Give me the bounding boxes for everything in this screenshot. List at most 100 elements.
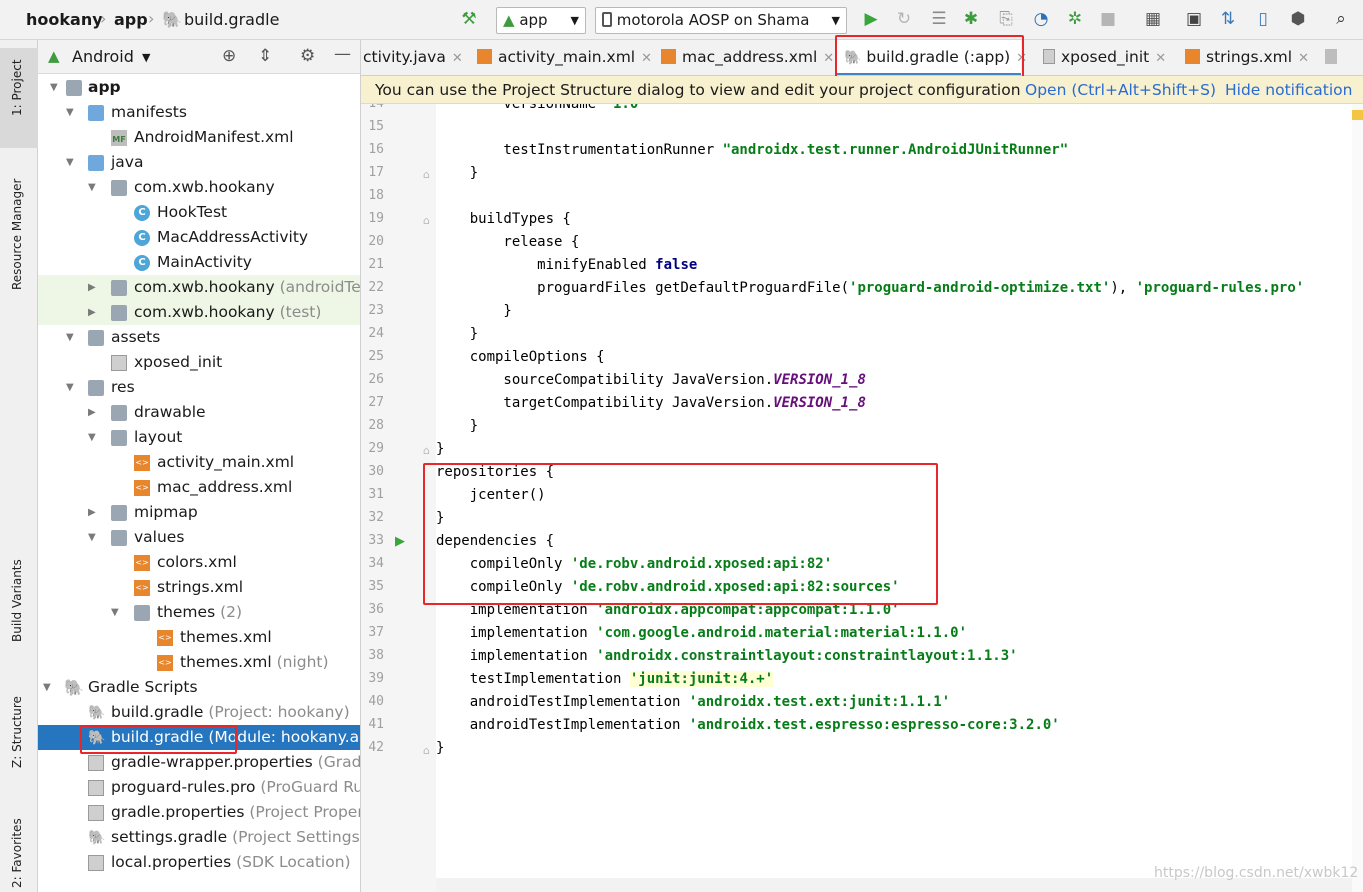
tab-activity-java[interactable]: ctivity.java ✕: [363, 40, 463, 75]
tree-item-mainactivity[interactable]: C MainActivity: [38, 250, 360, 275]
tab-activity-main-xml[interactable]: activity_main.xml ✕: [477, 40, 652, 75]
apply-code-changes-icon[interactable]: ☰: [928, 8, 950, 30]
tree-item-app[interactable]: ▼ app: [38, 75, 360, 100]
tab-strings-xml[interactable]: strings.xml ✕: [1185, 40, 1309, 75]
tree-item-manifests[interactable]: ▼ manifests: [38, 100, 360, 125]
tree-item-package-androidtest[interactable]: ▶ com.xwb.hookany (androidTest): [38, 275, 360, 300]
fold-icon[interactable]: ⌂: [423, 444, 430, 457]
breadcrumb-project[interactable]: hookany: [26, 10, 103, 29]
open-project-structure-link[interactable]: Open (Ctrl+Alt+Shift+S): [1025, 76, 1216, 104]
tree-item-hooktest[interactable]: C HookTest: [38, 200, 360, 225]
tree-item-drawable[interactable]: ▶ drawable: [38, 400, 360, 425]
stripe-favorites[interactable]: 2: Favorites: [10, 818, 24, 888]
tab-overflow[interactable]: [1325, 40, 1345, 75]
tree-item-res[interactable]: ▼ res: [38, 375, 360, 400]
attach-debugger-icon[interactable]: ⎘: [995, 8, 1017, 30]
run-icon[interactable]: ▶: [860, 8, 882, 30]
expand-arrow-icon[interactable]: ▼: [88, 175, 100, 200]
tree-item-build-gradle-project[interactable]: 🐘 build.gradle (Project: hookany): [38, 700, 360, 725]
tree-item-themes-xml[interactable]: <> themes.xml: [38, 625, 360, 650]
expand-arrow-icon[interactable]: ▼: [66, 100, 78, 125]
tree-item-strings-xml[interactable]: <> strings.xml: [38, 575, 360, 600]
close-icon[interactable]: ✕: [1155, 51, 1166, 66]
code-static: VERSION_1_8: [773, 372, 866, 388]
tree-item-proguard-rules[interactable]: proguard-rules.pro (ProGuard Rules): [38, 775, 360, 800]
fold-icon[interactable]: ⌂: [423, 744, 430, 757]
project-structure-icon[interactable]: ▦: [1142, 8, 1164, 30]
tree-item-package-test[interactable]: ▶ com.xwb.hookany (test): [38, 300, 360, 325]
sync-gradle-icon[interactable]: ▣: [1183, 8, 1205, 30]
tree-item-macaddressactivity[interactable]: C MacAddressActivity: [38, 225, 360, 250]
debug-icon[interactable]: ✱: [960, 8, 982, 30]
tree-item-activity-main-xml[interactable]: <> activity_main.xml: [38, 450, 360, 475]
tree-item-xposed-init[interactable]: xposed_init: [38, 350, 360, 375]
chevron-down-icon[interactable]: ▼: [142, 51, 150, 64]
expand-arrow-icon[interactable]: ▶: [88, 500, 100, 525]
tab-mac-address-xml[interactable]: mac_address.xml ✕: [661, 40, 834, 75]
tree-item-values[interactable]: ▼ values: [38, 525, 360, 550]
close-icon[interactable]: ✕: [641, 51, 652, 66]
search-icon[interactable]: ⌕: [1330, 8, 1352, 30]
debug-attach-icon[interactable]: ✲: [1064, 8, 1086, 30]
tree-item-gradle-scripts[interactable]: ▼ 🐘 Gradle Scripts: [38, 675, 360, 700]
tree-item-local-properties[interactable]: local.properties (SDK Location): [38, 850, 360, 875]
vertical-scrollbar[interactable]: [1352, 104, 1363, 892]
run-config-select[interactable]: ▲ app ▼: [496, 7, 586, 34]
close-icon[interactable]: ✕: [1298, 51, 1309, 66]
build-hammer-icon[interactable]: ⚒: [458, 8, 480, 30]
hide-notification-link[interactable]: Hide notification: [1225, 76, 1352, 104]
tree-item-layout[interactable]: ▼ layout: [38, 425, 360, 450]
project-view-select[interactable]: Android: [72, 47, 134, 66]
tree-item-colors-xml[interactable]: <> colors.xml: [38, 550, 360, 575]
line-number: 29: [368, 441, 384, 456]
fold-icon[interactable]: ⌂: [423, 214, 430, 227]
tree-item-themes-night-xml[interactable]: <> themes.xml (night): [38, 650, 360, 675]
tree-item-gradle-properties[interactable]: gradle.properties (Project Properties): [38, 800, 360, 825]
run-gutter-icon[interactable]: ▶: [395, 534, 405, 549]
expand-arrow-icon[interactable]: ▶: [88, 275, 100, 300]
minimize-icon[interactable]: —: [334, 44, 351, 64]
profile-icon[interactable]: ◔: [1030, 8, 1052, 30]
expand-arrow-icon[interactable]: ▼: [43, 675, 55, 700]
expand-arrow-icon[interactable]: ▶: [88, 400, 100, 425]
expand-arrow-icon[interactable]: ▼: [66, 375, 78, 400]
expand-arrow-icon[interactable]: ▼: [66, 325, 78, 350]
breadcrumb-file[interactable]: build.gradle: [184, 10, 279, 29]
close-icon[interactable]: ✕: [823, 51, 834, 66]
tree-item-androidmanifest[interactable]: MF AndroidManifest.xml: [38, 125, 360, 150]
expand-arrow-icon[interactable]: ▼: [88, 525, 100, 550]
fold-icon[interactable]: ⌂: [423, 168, 430, 181]
expand-arrow-icon[interactable]: ▼: [111, 600, 123, 625]
class-icon: C: [134, 255, 150, 271]
tree-item-package[interactable]: ▼ com.xwb.hookany: [38, 175, 360, 200]
locate-icon[interactable]: ⊕: [222, 46, 236, 66]
collapse-all-icon[interactable]: ⇕: [258, 46, 272, 66]
tree-item-mac-address-xml[interactable]: <> mac_address.xml: [38, 475, 360, 500]
tree-item-mipmap[interactable]: ▶ mipmap: [38, 500, 360, 525]
stripe-resource-manager[interactable]: Resource Manager: [10, 179, 24, 290]
gear-icon[interactable]: ⚙: [300, 46, 315, 66]
breadcrumb-module[interactable]: app: [114, 10, 148, 29]
close-icon[interactable]: ✕: [452, 51, 463, 66]
expand-arrow-icon[interactable]: ▼: [50, 75, 62, 100]
tab-xposed-init[interactable]: xposed_init ✕: [1043, 40, 1166, 75]
code-line: testImplementation 'junit:junit:4.+': [436, 671, 774, 687]
tree-item-assets[interactable]: ▼ assets: [38, 325, 360, 350]
tree-item-themes[interactable]: ▼ themes (2): [38, 600, 360, 625]
tree-item-settings-gradle[interactable]: 🐘 settings.gradle (Project Settings): [38, 825, 360, 850]
expand-arrow-icon[interactable]: ▼: [66, 150, 78, 175]
apply-changes-icon[interactable]: ↻: [893, 8, 915, 30]
stripe-build-variants[interactable]: Build Variants: [10, 559, 24, 642]
avd-manager-icon[interactable]: ▯: [1252, 8, 1274, 30]
cube-icon[interactable]: ⬢: [1287, 8, 1309, 30]
device-select[interactable]: motorola AOSP on Shama ▼: [595, 7, 847, 34]
stripe-structure[interactable]: Z: Structure: [10, 696, 24, 768]
tree-item-java[interactable]: ▼ java: [38, 150, 360, 175]
tree-item-label: themes.xml: [180, 653, 272, 671]
tree-item-label: gradle.properties: [111, 803, 245, 821]
stripe-project[interactable]: 1: Project: [10, 59, 24, 116]
sdk-manager-icon[interactable]: ⇅: [1217, 8, 1239, 30]
expand-arrow-icon[interactable]: ▶: [88, 300, 100, 325]
expand-arrow-icon[interactable]: ▼: [88, 425, 100, 450]
stop-icon[interactable]: ■: [1097, 8, 1119, 30]
